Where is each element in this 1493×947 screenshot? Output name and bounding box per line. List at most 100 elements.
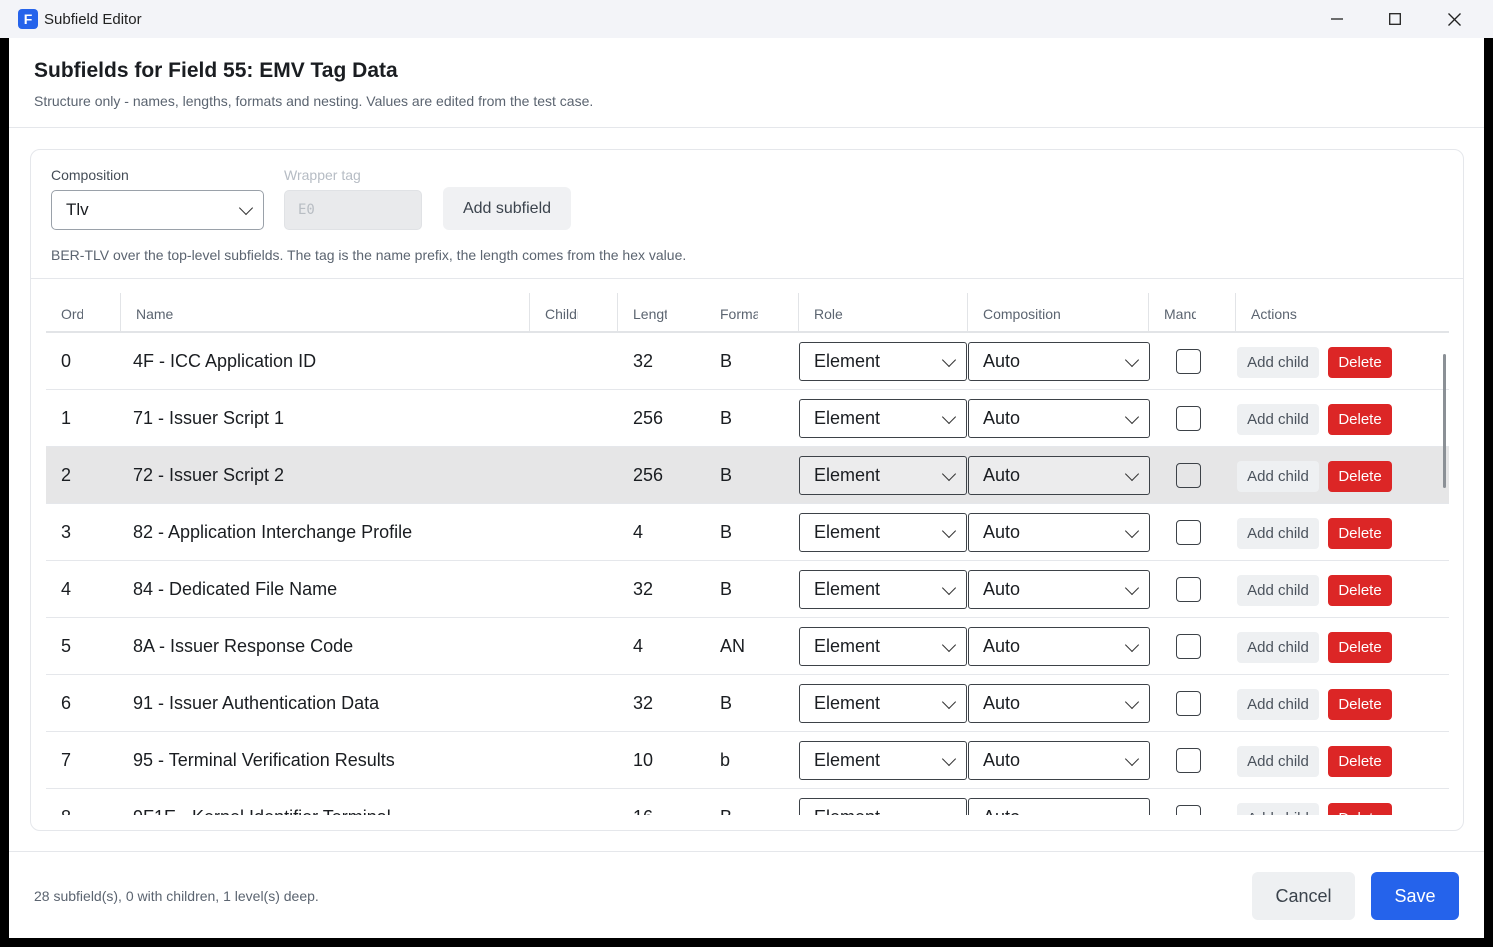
- role-select-value: Element: [814, 465, 881, 485]
- composition-row-select[interactable]: Auto: [968, 684, 1150, 723]
- composition-note: BER-TLV over the top-level subfields. Th…: [51, 247, 687, 263]
- role-select[interactable]: Element: [799, 513, 967, 552]
- composition-row-select[interactable]: Auto: [968, 399, 1150, 438]
- delete-button[interactable]: Delete: [1328, 461, 1392, 492]
- table-row[interactable]: 7 95 - Terminal Verification Results 10 b El…: [46, 732, 1449, 789]
- column-divider[interactable]: [1235, 293, 1236, 333]
- row-order: 2: [61, 465, 72, 485]
- mandatory-checkbox[interactable]: [1176, 748, 1201, 773]
- mandatory-checkbox[interactable]: [1176, 691, 1201, 716]
- add-child-button[interactable]: Add child: [1237, 746, 1319, 777]
- close-button[interactable]: [1425, 0, 1483, 38]
- add-child-button[interactable]: Add child: [1237, 518, 1319, 549]
- add-child-button[interactable]: Add child: [1237, 461, 1319, 492]
- table-row[interactable]: 6 91 - Issuer Authentication Data 32 B Eleme…: [46, 675, 1449, 732]
- composition-row-select[interactable]: Auto: [968, 513, 1150, 552]
- add-child-button[interactable]: Add child: [1237, 404, 1319, 435]
- delete-button[interactable]: Delete: [1328, 803, 1392, 815]
- composition-select-value: Tlv: [66, 200, 89, 219]
- maximize-button[interactable]: [1366, 0, 1424, 38]
- column-divider[interactable]: [798, 293, 799, 333]
- add-child-button[interactable]: Add child: [1237, 347, 1319, 378]
- column-header-composition[interactable]: Composition: [983, 293, 1133, 333]
- role-select[interactable]: Element: [799, 798, 967, 815]
- minimize-button[interactable]: [1308, 0, 1366, 38]
- column-divider[interactable]: [617, 293, 618, 333]
- composition-row-select[interactable]: Auto: [968, 741, 1150, 780]
- column-header-mandatory[interactable]: Mandatory: [1164, 293, 1196, 333]
- add-child-button[interactable]: Add child: [1237, 632, 1319, 663]
- chevron-down-icon: [1124, 580, 1140, 595]
- row-order: 6: [61, 693, 72, 713]
- composition-row-select[interactable]: Auto: [968, 627, 1150, 666]
- chevron-down-icon: [1124, 751, 1140, 766]
- column-header-format[interactable]: Format: [720, 293, 758, 333]
- column-divider[interactable]: [967, 293, 968, 333]
- summary-text: 28 subfield(s), 0 with children, 1 level…: [34, 888, 319, 904]
- role-select[interactable]: Element: [799, 684, 967, 723]
- row-format: B: [720, 522, 733, 542]
- save-button[interactable]: Save: [1371, 872, 1459, 920]
- role-select[interactable]: Element: [799, 342, 967, 381]
- role-select[interactable]: Element: [799, 456, 967, 495]
- wrapper-tag-input[interactable]: E0: [284, 190, 422, 230]
- mandatory-checkbox[interactable]: [1176, 463, 1201, 488]
- add-subfield-button[interactable]: Add subfield: [443, 187, 571, 230]
- role-select[interactable]: Element: [799, 570, 967, 609]
- add-child-button[interactable]: Add child: [1237, 575, 1319, 606]
- role-select[interactable]: Element: [799, 741, 967, 780]
- row-format: B: [720, 579, 733, 599]
- table-row[interactable]: 1 71 - Issuer Script 1 256 B Element Auto Add …: [46, 390, 1449, 447]
- row-order: 1: [61, 408, 72, 428]
- delete-button[interactable]: Delete: [1328, 518, 1392, 549]
- composition-select[interactable]: Tlv: [51, 190, 264, 230]
- role-select-value: Element: [814, 750, 881, 770]
- row-format: b: [720, 750, 731, 770]
- table-row[interactable]: 5 8A - Issuer Response Code 4 AN Element Auto…: [46, 618, 1449, 675]
- table-row[interactable]: 8 9F1E - Kernel Identifier Terminal 16 B Ele…: [46, 789, 1449, 815]
- table-row[interactable]: 0 4F - ICC Application ID 32 B Element Auto Ad…: [46, 333, 1449, 390]
- column-divider[interactable]: [529, 293, 530, 333]
- column-header-order[interactable]: Order: [61, 293, 83, 333]
- table-scrollbar[interactable]: [1443, 354, 1446, 488]
- delete-button[interactable]: Delete: [1328, 347, 1392, 378]
- mandatory-checkbox[interactable]: [1176, 577, 1201, 602]
- mandatory-checkbox[interactable]: [1176, 634, 1201, 659]
- add-child-button[interactable]: Add child: [1237, 689, 1319, 720]
- delete-button[interactable]: Delete: [1328, 746, 1392, 777]
- table-row[interactable]: 4 84 - Dedicated File Name 32 B Element Auto A…: [46, 561, 1449, 618]
- table-row[interactable]: 3 82 - Application Interchange Profile 4 B E…: [46, 504, 1449, 561]
- mandatory-checkbox[interactable]: [1176, 406, 1201, 431]
- dialog-footer: 28 subfield(s), 0 with children, 1 level…: [9, 851, 1484, 938]
- column-divider[interactable]: [1148, 293, 1149, 333]
- row-order: 0: [61, 351, 72, 371]
- add-child-button[interactable]: Add child: [1237, 803, 1319, 815]
- mandatory-checkbox[interactable]: [1176, 805, 1201, 815]
- delete-button[interactable]: Delete: [1328, 575, 1392, 606]
- mandatory-checkbox[interactable]: [1176, 520, 1201, 545]
- row-order: 4: [61, 579, 72, 599]
- column-header-length[interactable]: Length: [633, 293, 667, 333]
- column-header-children[interactable]: Children: [545, 293, 578, 333]
- role-select[interactable]: Element: [799, 627, 967, 666]
- delete-button[interactable]: Delete: [1328, 632, 1392, 663]
- composition-row-select[interactable]: Auto: [968, 456, 1150, 495]
- column-divider[interactable]: [120, 293, 121, 333]
- mandatory-checkbox[interactable]: [1176, 349, 1201, 374]
- chevron-down-icon: [941, 409, 957, 424]
- maximize-icon: [1389, 13, 1401, 25]
- composition-row-select[interactable]: Auto: [968, 798, 1150, 815]
- row-name: 71 - Issuer Script 1: [133, 408, 285, 428]
- column-header-name[interactable]: Name: [136, 293, 516, 333]
- column-header-role[interactable]: Role: [814, 293, 964, 333]
- composition-row-select[interactable]: Auto: [968, 342, 1150, 381]
- row-length: 256: [633, 465, 664, 485]
- cancel-button[interactable]: Cancel: [1252, 872, 1355, 920]
- delete-button[interactable]: Delete: [1328, 689, 1392, 720]
- table-row[interactable]: 2 72 - Issuer Script 2 256 B Element Auto Add …: [46, 447, 1449, 504]
- row-length: 10: [633, 750, 654, 770]
- role-select[interactable]: Element: [799, 399, 967, 438]
- chevron-down-icon: [1124, 637, 1140, 652]
- delete-button[interactable]: Delete: [1328, 404, 1392, 435]
- composition-row-select[interactable]: Auto: [968, 570, 1150, 609]
